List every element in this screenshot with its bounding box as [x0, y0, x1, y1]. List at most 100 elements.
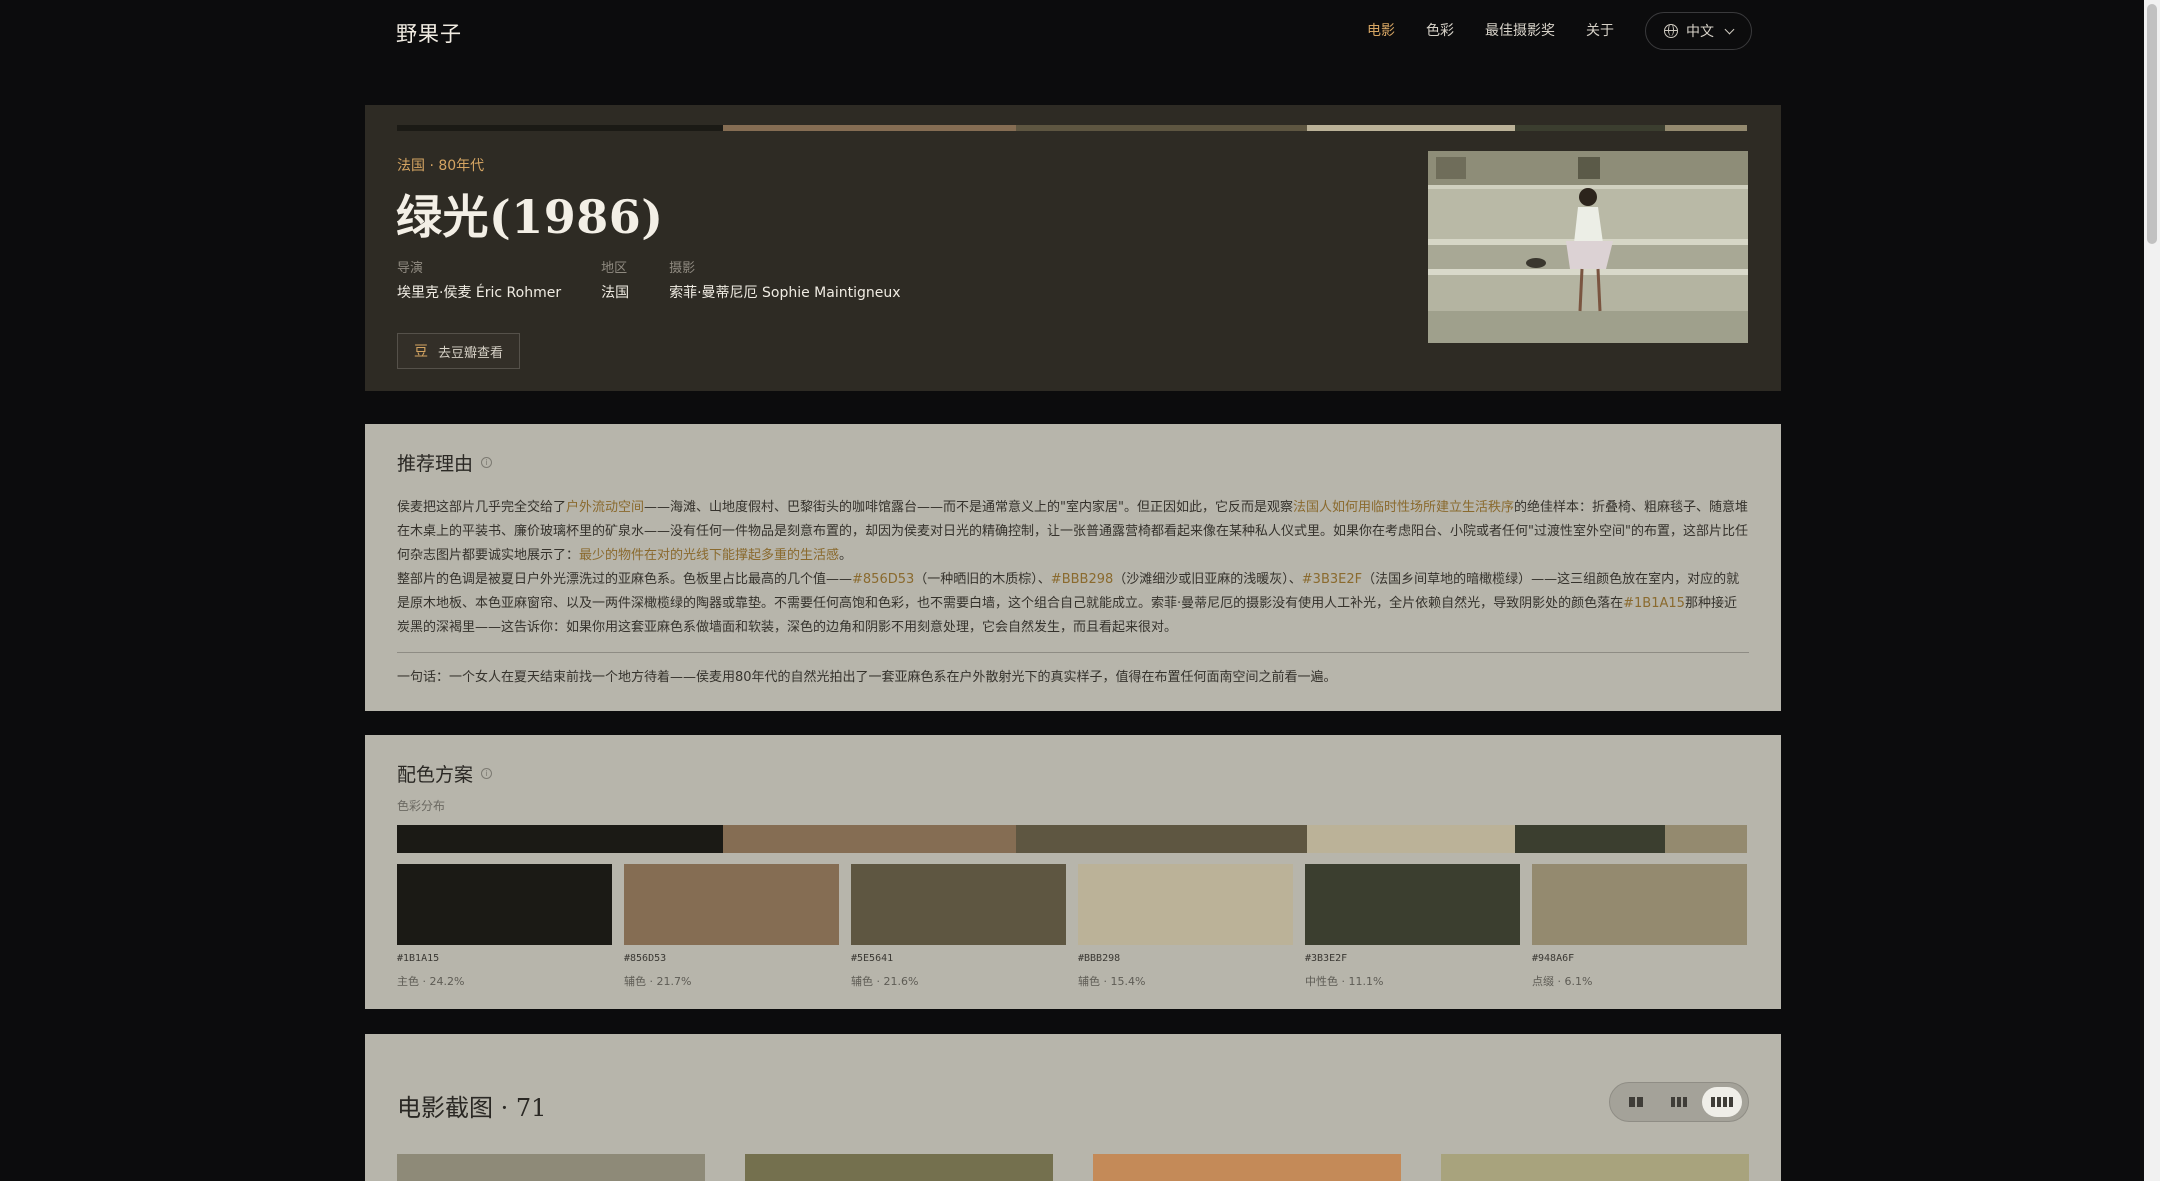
swatch-role: 中性色 · 11.1%	[1305, 975, 1384, 988]
still-thumbnail[interactable]	[1441, 1154, 1749, 1181]
meta-value: 埃里克·侯麦 Éric Rohmer	[397, 285, 562, 301]
swatch-role: 辅色 · 15.4%	[1078, 975, 1146, 988]
still-thumbnail[interactable]	[745, 1154, 1053, 1181]
swatch-hex: #BBB298	[1078, 953, 1121, 964]
swatch-chip[interactable]	[397, 864, 612, 945]
section-title: 配色方案 i	[397, 760, 493, 787]
paragraph-text: ——海滩、山地度假村、巴黎街头的咖啡馆露台——而不是通常意义上的"室内家居"。但…	[644, 500, 1293, 515]
grid-3-icon[interactable]	[1659, 1087, 1699, 1117]
color-segment	[1307, 125, 1515, 131]
color-swatch[interactable]: #948A6F 点缀 · 6.1%	[1532, 864, 1747, 989]
color-swatches: #1B1A15 主色 · 24.2% #856D53 辅色 · 21.7% #5E564…	[397, 864, 1747, 989]
page-scrollbar[interactable]	[2144, 0, 2160, 1181]
site-logo[interactable]: 野果子	[396, 18, 462, 48]
meta-director: 导演 埃里克·侯麦 Éric Rohmer	[397, 257, 561, 302]
globe-icon	[1664, 24, 1678, 38]
reason-paragraph-1: 侯麦把这部片几乎完全交给了户外流动空间——海滩、山地度假村、巴黎街头的咖啡馆露台…	[397, 496, 1749, 568]
top-navbar: 野果子 电影 色彩 最佳摄影奖 关于 中文	[0, 0, 2144, 64]
paragraph-text: （沙滩细沙或旧亚麻的浅暖灰）、	[1113, 572, 1302, 587]
meta-value: 法国	[601, 285, 630, 301]
douban-icon: 豆	[414, 344, 428, 360]
reason-paragraph-2: 整部片的色调是被夏日户外光漂洗过的亚麻色系。色板里占比最高的几个值——#856D…	[397, 568, 1749, 640]
hero-color-strip	[397, 125, 1747, 131]
swatch-role: 辅色 · 21.6%	[851, 975, 919, 988]
swatch-role: 辅色 · 21.7%	[624, 975, 692, 988]
film-poster-image[interactable]	[1428, 151, 1748, 343]
color-segment	[723, 125, 1017, 131]
swatch-role: 主色 · 24.2%	[397, 975, 465, 988]
still-thumbnail[interactable]	[397, 1154, 705, 1181]
paragraph-text: 整部片的色调是被夏日户外光漂洗过的亚麻色系。色板里占比最高的几个值——	[397, 572, 853, 587]
film-hero: 法国 · 80年代 绿光(1986) 导演 埃里克·侯麦 Éric Rohmer…	[365, 105, 1781, 391]
highlight-text: #BBB298	[1050, 572, 1114, 587]
recommendation-panel: 推荐理由 i 侯麦把这部片几乎完全交给了户外流动空间——海滩、山地度假村、巴黎街头…	[365, 424, 1781, 711]
film-meta: 导演 埃里克·侯麦 Éric Rohmer 地区 法国 摄影 索菲·曼蒂尼厄 S…	[397, 257, 901, 302]
color-swatch[interactable]: #3B3E2F 中性色 · 11.1%	[1305, 864, 1520, 989]
color-swatch[interactable]: #BBB298 辅色 · 15.4%	[1078, 864, 1293, 989]
swatch-hex: #5E5641	[851, 953, 894, 964]
swatch-hex: #1B1A15	[397, 953, 440, 964]
color-segment	[397, 825, 724, 853]
paragraph-text: （一种晒旧的木质棕）、	[914, 572, 1051, 587]
nav-item-colors[interactable]: 色彩	[1426, 12, 1454, 50]
swatch-chip[interactable]	[1532, 864, 1747, 945]
film-title: 绿光(1986)	[396, 190, 664, 244]
douban-link-button[interactable]: 豆 去豆瓣查看	[397, 333, 521, 369]
swatch-chip[interactable]	[1078, 864, 1293, 945]
highlight-text: #1B1A15	[1623, 596, 1685, 611]
color-distribution-bar	[397, 825, 1747, 853]
color-swatch[interactable]: #1B1A15 主色 · 24.2%	[397, 864, 612, 989]
stills-grid	[397, 1154, 1749, 1181]
color-segment	[1664, 125, 1747, 131]
swatch-hex: #856D53	[624, 953, 667, 964]
highlight-text: 最少的物件在对的光线下能撑起多重的生活感	[579, 548, 840, 563]
language-selector[interactable]: 中文	[1645, 12, 1752, 50]
highlight-text: 户外流动空间	[566, 500, 645, 515]
grid-2-icon[interactable]	[1616, 1087, 1656, 1117]
color-segment	[397, 125, 724, 131]
color-segment	[1515, 125, 1665, 131]
nav-item-about[interactable]: 关于	[1586, 12, 1614, 50]
reason-summary: 一句话：一个女人在夏天结束前找一个地方待着——侯麦用80年代的自然光拍出了一套亚…	[397, 670, 1337, 685]
meta-key: 导演	[397, 261, 424, 276]
color-segment	[723, 825, 1017, 853]
meta-value: 索菲·曼蒂尼厄 Sophie Maintigneux	[669, 285, 901, 301]
nav-item-best-cinematography[interactable]: 最佳摄影奖	[1485, 12, 1555, 50]
nav-item-movies[interactable]: 电影	[1367, 12, 1395, 50]
film-origin: 法国 · 80年代	[397, 158, 485, 174]
meta-region: 地区 法国	[601, 257, 629, 302]
chevron-down-icon	[1724, 24, 1735, 34]
swatch-chip[interactable]	[624, 864, 839, 945]
swatch-chip[interactable]	[1305, 864, 1520, 945]
reason-title: 推荐理由	[397, 453, 474, 475]
douban-label: 去豆瓣查看	[438, 345, 504, 361]
highlight-text: #3B3E2F	[1301, 572, 1363, 587]
color-scheme-panel: 配色方案 i 色彩分布 #1B1A15 主色 · 24.2% #856D53 辅色 · …	[365, 735, 1781, 1009]
divider	[397, 652, 1749, 653]
poster-illustration	[1428, 151, 1748, 343]
color-swatch[interactable]: #5E5641 辅色 · 21.6%	[851, 864, 1066, 989]
language-label: 中文	[1686, 24, 1714, 40]
swatch-hex: #3B3E2F	[1305, 953, 1348, 964]
color-swatch[interactable]: #856D53 辅色 · 21.7%	[624, 864, 839, 989]
color-segment	[1016, 125, 1308, 131]
main-nav: 电影 色彩 最佳摄影奖 关于 中文	[1367, 12, 1752, 50]
section-title: 推荐理由 i	[397, 449, 493, 476]
scrollbar-thumb[interactable]	[2147, 4, 2157, 244]
info-icon[interactable]: i	[481, 457, 493, 468]
film-stills-panel: 电影截图 · 71	[365, 1034, 1781, 1181]
swatch-hex: #948A6F	[1532, 953, 1575, 964]
scheme-subtitle: 色彩分布	[397, 799, 446, 813]
color-segment	[1515, 825, 1665, 853]
swatch-role: 点缀 · 6.1%	[1532, 975, 1593, 988]
view-toggle	[1609, 1082, 1749, 1122]
info-icon[interactable]: i	[481, 768, 493, 779]
color-segment	[1307, 825, 1515, 853]
stills-title: 电影截图 · 71	[397, 1094, 547, 1122]
grid-4-icon[interactable]	[1702, 1087, 1743, 1117]
paragraph-text: 侯麦把这部片几乎完全交给了	[397, 500, 567, 515]
color-segment	[1664, 825, 1747, 853]
still-thumbnail[interactable]	[1093, 1154, 1401, 1181]
highlight-text: #856D53	[852, 572, 915, 587]
swatch-chip[interactable]	[851, 864, 1066, 945]
